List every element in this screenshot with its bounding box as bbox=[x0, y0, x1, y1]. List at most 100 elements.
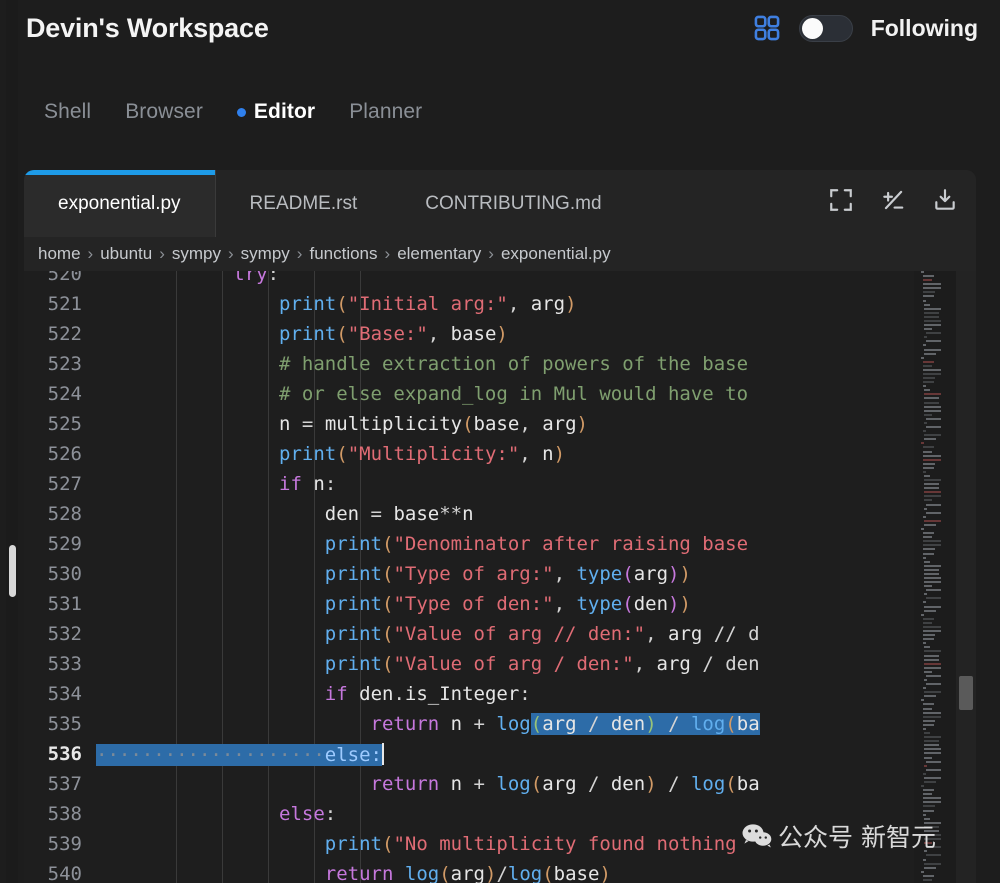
line-content: # or else expand_log in Mul would have t… bbox=[279, 383, 749, 405]
code-line-525[interactable]: 525 n = multiplicity(base, arg) bbox=[24, 409, 976, 439]
line-number: 534 bbox=[47, 683, 82, 705]
tab-editor-label: Editor bbox=[253, 100, 316, 123]
following-toggle[interactable] bbox=[798, 14, 853, 42]
tab-shell[interactable]: Shell bbox=[44, 100, 91, 124]
line-content: print("Type of arg:", type(arg)) bbox=[324, 563, 691, 585]
code-line-538[interactable]: 538 else: bbox=[24, 799, 976, 829]
line-content: print("Multiplicity:", n) bbox=[279, 443, 566, 465]
code-editor[interactable]: 520 try: 521 print("Initial arg:", arg) … bbox=[24, 271, 976, 883]
code-line-531[interactable]: 531 print("Type of den:", type(den)) bbox=[24, 589, 976, 619]
code-line-521[interactable]: 521 print("Initial arg:", arg) bbox=[24, 289, 976, 319]
code-minimap[interactable] bbox=[914, 271, 956, 883]
code-line-530[interactable]: 530 print("Type of arg:", type(arg)) bbox=[24, 559, 976, 589]
editor-panel: exponential.py README.rst CONTRIBUTING.m… bbox=[24, 170, 976, 883]
file-tab-bar: exponential.py README.rst CONTRIBUTING.m… bbox=[24, 170, 976, 237]
file-tab-readme-rst[interactable]: README.rst bbox=[216, 170, 392, 237]
code-line-522[interactable]: 522 print("Base:", base) bbox=[24, 319, 976, 349]
code-line-537[interactable]: 537 return n + log(arg / den) / log(ba bbox=[24, 769, 976, 799]
line-content: print("Base:", base) bbox=[279, 323, 508, 345]
code-line-539[interactable]: 539 print("No multiplicity found nothing bbox=[24, 829, 976, 859]
page-scrollbar-thumb[interactable] bbox=[9, 545, 16, 597]
active-tab-dot-icon bbox=[236, 107, 246, 117]
code-line-533[interactable]: 533 print("Value of arg / den:", arg / d… bbox=[24, 649, 976, 679]
code-line-523[interactable]: 523 # handle extraction of powers of the… bbox=[24, 349, 976, 379]
grid-icon[interactable] bbox=[753, 14, 781, 42]
line-number: 536 bbox=[47, 743, 82, 765]
line-number: 533 bbox=[47, 653, 82, 675]
file-tab-contributing-md[interactable]: CONTRIBUTING.md bbox=[391, 170, 635, 237]
editor-toolbar bbox=[828, 187, 958, 213]
line-number: 540 bbox=[47, 863, 82, 883]
line-content: else: bbox=[279, 803, 337, 825]
line-content: try: bbox=[233, 271, 280, 285]
line-content: return log(arg)/log(base) bbox=[324, 863, 611, 883]
page-scrollbar[interactable] bbox=[6, 0, 18, 883]
breadcrumb-separator: › bbox=[384, 244, 391, 263]
line-content: n = multiplicity(base, arg) bbox=[279, 413, 588, 435]
breadcrumb-item-exponential-py[interactable]: exponential.py bbox=[501, 244, 611, 264]
download-icon[interactable] bbox=[932, 187, 958, 213]
code-line-540[interactable]: 540 return log(arg)/log(base) bbox=[24, 859, 976, 883]
line-number: 524 bbox=[47, 383, 82, 405]
line-content: print("Initial arg:", arg) bbox=[279, 293, 577, 315]
breadcrumb-separator: › bbox=[159, 244, 165, 263]
text-caret bbox=[382, 742, 384, 765]
tab-editor[interactable]: Editor bbox=[236, 100, 316, 124]
breadcrumb-separator: › bbox=[488, 244, 494, 263]
toggle-knob bbox=[801, 17, 823, 39]
code-line-526[interactable]: 526 print("Multiplicity:", n) bbox=[24, 439, 976, 469]
line-number: 520 bbox=[47, 271, 82, 285]
file-tab-label: exponential.py bbox=[58, 192, 181, 214]
code-line-528[interactable]: 528 den = base**n bbox=[24, 499, 976, 529]
line-number: 528 bbox=[47, 503, 82, 525]
breadcrumb-item-functions[interactable]: functions bbox=[309, 244, 377, 264]
code-line-532[interactable]: 532 print("Value of arg // den:", arg //… bbox=[24, 619, 976, 649]
tab-shell-label: Shell bbox=[44, 100, 92, 123]
code-line-524[interactable]: 524 # or else expand_log in Mul would ha… bbox=[24, 379, 976, 409]
file-tab-label: CONTRIBUTING.md bbox=[425, 192, 602, 214]
line-number: 530 bbox=[47, 563, 82, 585]
line-content: if den.is_Integer: bbox=[324, 683, 531, 705]
header-actions: Following bbox=[753, 14, 978, 42]
line-content: print("No multiplicity found nothing bbox=[324, 833, 737, 855]
breadcrumb-item-home[interactable]: home bbox=[38, 244, 81, 264]
diff-icon[interactable] bbox=[880, 187, 906, 213]
breadcrumb-item-sympy-2[interactable]: sympy bbox=[241, 244, 290, 264]
line-content: if n: bbox=[279, 473, 337, 495]
line-content: return n + log(arg / den) / log(ba bbox=[370, 773, 760, 795]
code-line-536[interactable]: 536 ····················else: bbox=[24, 739, 976, 769]
line-content: den = base**n bbox=[324, 503, 474, 525]
breadcrumb: home › ubuntu › sympy › sympy › function… bbox=[24, 237, 976, 271]
file-tab-exponential-py[interactable]: exponential.py bbox=[24, 170, 216, 237]
line-content: # handle extraction of powers of the bas… bbox=[279, 353, 749, 375]
code-line-527[interactable]: 527 if n: bbox=[24, 469, 976, 499]
breadcrumb-item-elementary[interactable]: elementary bbox=[397, 244, 481, 264]
line-content: ····················else: bbox=[96, 742, 384, 766]
breadcrumb-item-ubuntu[interactable]: ubuntu bbox=[100, 244, 152, 264]
tab-browser[interactable]: Browser bbox=[125, 100, 203, 124]
line-content: print("Denominator after raising base bbox=[324, 533, 749, 555]
line-number: 539 bbox=[47, 833, 82, 855]
code-line-534[interactable]: 534 if den.is_Integer: bbox=[24, 679, 976, 709]
tab-planner[interactable]: Planner bbox=[349, 100, 422, 124]
code-line-529[interactable]: 529 print("Denominator after raising bas… bbox=[24, 529, 976, 559]
code-line-535[interactable]: 535 return n + log(arg / den) / log(ba bbox=[24, 709, 976, 739]
page-title: Devin's Workspace bbox=[26, 13, 269, 43]
code-lines: 520 try: 521 print("Initial arg:", arg) … bbox=[24, 271, 976, 883]
breadcrumb-item-sympy[interactable]: sympy bbox=[172, 244, 221, 264]
tab-browser-label: Browser bbox=[125, 100, 203, 123]
line-number: 521 bbox=[47, 293, 82, 315]
line-number: 522 bbox=[47, 323, 82, 345]
line-number: 529 bbox=[47, 533, 82, 555]
line-number: 537 bbox=[47, 773, 82, 795]
file-tab-label: README.rst bbox=[249, 192, 358, 214]
panel-tabs: Shell Browser Editor Planner bbox=[44, 100, 422, 124]
expand-icon[interactable] bbox=[828, 187, 854, 213]
code-scrollbar-thumb[interactable] bbox=[959, 676, 973, 710]
code-scrollbar[interactable] bbox=[956, 271, 976, 883]
line-content: print("Value of arg / den:", arg / den bbox=[324, 653, 760, 675]
line-number: 532 bbox=[47, 623, 82, 645]
line-number: 538 bbox=[47, 803, 82, 825]
line-number: 525 bbox=[47, 413, 82, 435]
code-line-520[interactable]: 520 try: bbox=[24, 271, 976, 289]
